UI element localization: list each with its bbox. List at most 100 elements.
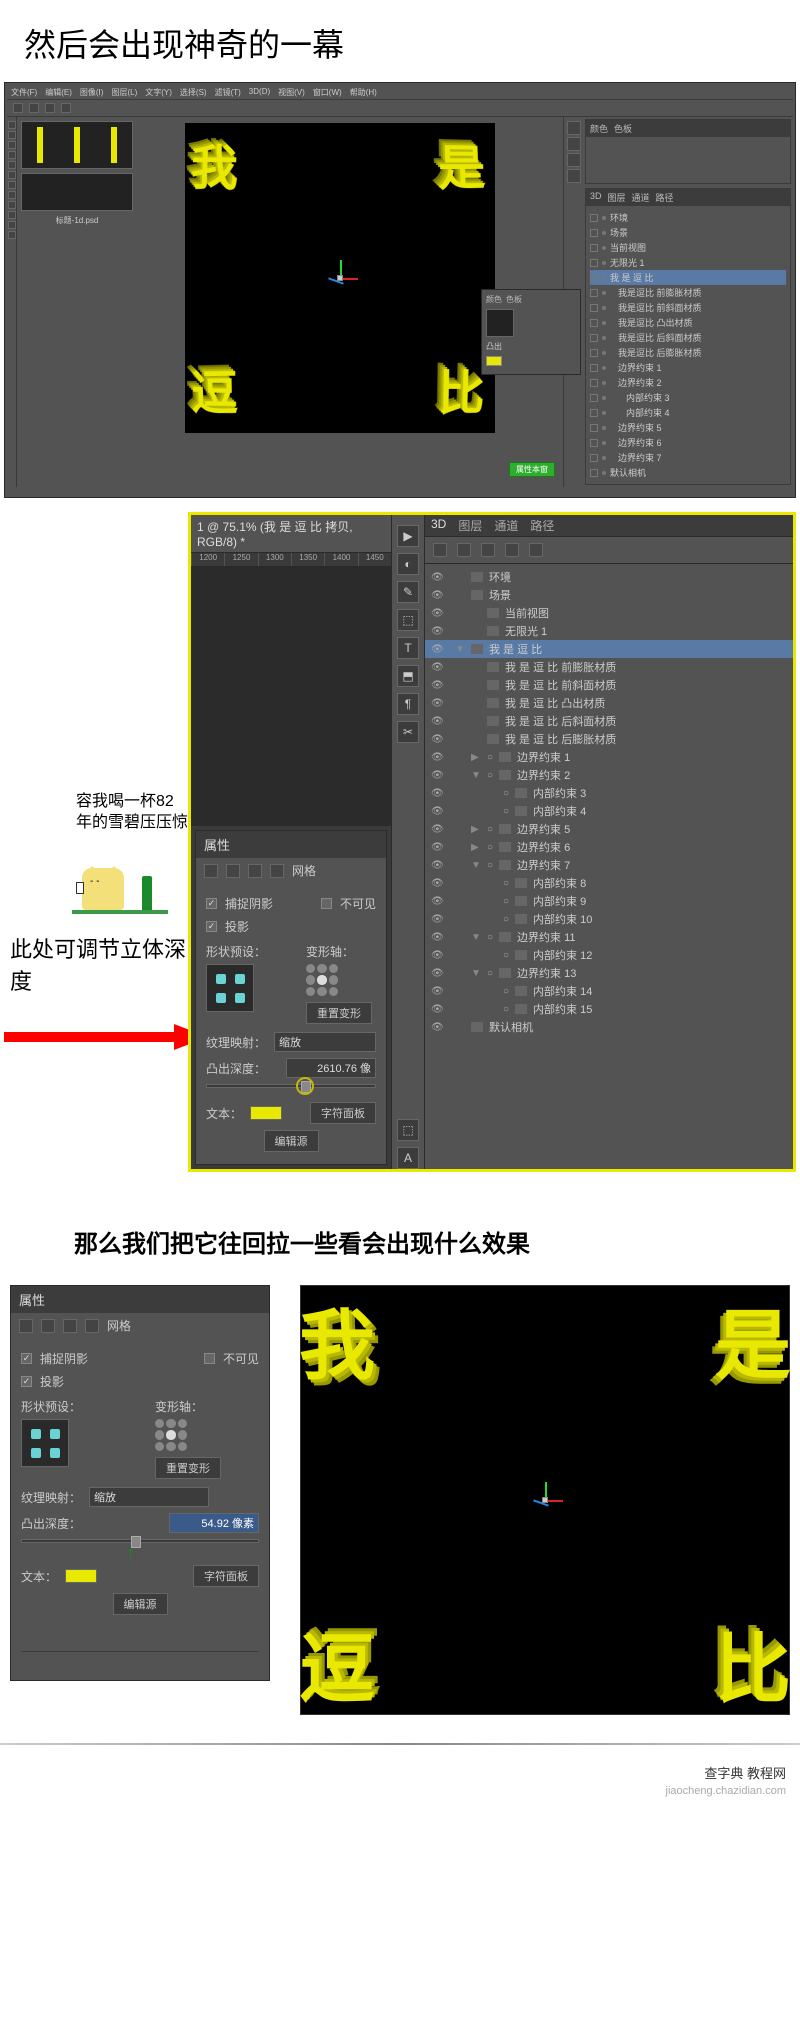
canvas-dark[interactable] [191,567,391,826]
tool-btn[interactable] [8,121,16,129]
shape-preset-dropdown[interactable] [206,964,254,1012]
props-icon[interactable] [248,864,262,878]
tab-3d[interactable]: 3D [431,517,446,534]
tool-3d[interactable]: ▶ [397,525,419,547]
shape-preset-dropdown[interactable] [21,1419,69,1467]
menu-view[interactable]: 视图(V) [274,85,309,99]
layer-row[interactable]: 👁环境 [425,568,793,586]
layer-row[interactable]: 👁▼○边界约束 11 [425,928,793,946]
eye-icon[interactable]: 👁 [431,914,443,924]
panel-tab[interactable]: 色板 [614,122,632,135]
menu-help[interactable]: 帮助(H) [346,85,381,99]
tool-btn[interactable] [8,191,16,199]
eye-icon[interactable]: 👁 [431,590,443,600]
layer-row[interactable]: 👁无限光 1 [425,622,793,640]
canvas-3d-view[interactable]: 我 是 逗 比 [185,123,495,433]
float-swatch[interactable] [486,356,502,366]
tool-btn[interactable] [8,171,16,179]
layer-row[interactable]: 👁我 是 逗 比 凸出材质 [425,694,793,712]
layer-row[interactable]: 👁▶○边界约束 6 [425,838,793,856]
extrude-depth-slider[interactable] [21,1539,259,1543]
tool-3d[interactable]: A [397,1147,419,1169]
tool-3d[interactable]: ⬒ [397,665,419,687]
opt-icon[interactable] [29,103,39,113]
chk-capture-shadow[interactable] [21,1353,32,1364]
tool-btn[interactable] [8,161,16,169]
chk-capture-shadow[interactable] [206,898,217,909]
eye-icon[interactable]: 👁 [431,1004,443,1014]
float-tab-color[interactable]: 颜色 [486,294,502,305]
layer-row[interactable]: 👁▼我 是 逗 比 [425,640,793,658]
extrude-depth-input[interactable]: 2610.76 像 [286,1058,376,1078]
menu-layer[interactable]: 图层(L) [107,85,141,99]
chk-invisible[interactable] [321,898,332,909]
tool-3d[interactable]: T [397,637,419,659]
eye-icon[interactable]: 👁 [431,680,443,690]
nav-thumb[interactable] [21,121,133,169]
edit-source-button[interactable]: 编辑源 [113,1593,168,1615]
eye-icon[interactable]: 👁 [431,626,443,636]
chk-cast-shadow[interactable] [206,921,217,932]
eye-icon[interactable]: 👁 [431,824,443,834]
tool-btn[interactable] [8,201,16,209]
text-color-swatch[interactable] [65,1569,97,1583]
layer-row[interactable]: 👁○内部约束 8 [425,874,793,892]
eye-icon[interactable]: 👁 [431,752,443,762]
layer-row[interactable]: 👁▶○边界约束 5 [425,820,793,838]
layer-row[interactable]: 👁○内部约束 3 [425,784,793,802]
eye-icon[interactable]: 👁 [431,968,443,978]
eye-icon[interactable]: 👁 [431,572,443,582]
tool-3d[interactable]: ✂ [397,721,419,743]
layer-row[interactable]: 👁当前视图 [425,604,793,622]
float-color-panel[interactable]: 颜色 色板 凸出 [481,289,581,375]
deform-axis-grid[interactable] [155,1419,187,1451]
panel-icon[interactable] [567,169,581,183]
layer-row[interactable]: 👁▼○边界约束 13 [425,964,793,982]
eye-icon[interactable]: 👁 [431,734,443,744]
tool-btn[interactable] [8,181,16,189]
chk-cast-shadow[interactable] [21,1376,32,1387]
menu-image[interactable]: 图像(I) [76,85,108,99]
eye-icon[interactable]: 👁 [431,950,443,960]
props-icon[interactable] [85,1319,99,1333]
eye-icon[interactable]: 👁 [431,770,443,780]
filter-icon[interactable] [481,543,495,557]
layer-row[interactable]: 👁○内部约束 14 [425,982,793,1000]
layer-row[interactable]: 👁▼○边界约束 2 [425,766,793,784]
eye-icon[interactable]: 👁 [431,644,443,654]
eye-icon[interactable]: 👁 [431,716,443,726]
layer-row[interactable]: 👁我 是 逗 比 前斜面材质 [425,676,793,694]
props-icon[interactable] [63,1319,77,1333]
tool-btn[interactable] [8,141,16,149]
tool-btn[interactable] [8,231,16,239]
tool-3d[interactable]: ◐ [397,553,419,575]
layer-row[interactable]: 👁默认相机 [425,1018,793,1036]
tool-3d[interactable]: ¶ [397,693,419,715]
reset-deform-button[interactable]: 重置变形 [155,1457,221,1479]
props-icon[interactable] [41,1319,55,1333]
panel-icon[interactable] [567,137,581,151]
render-button[interactable]: 属性本窗 [509,462,555,477]
eye-icon[interactable]: 👁 [431,878,443,888]
layer-row[interactable]: 👁○内部约束 15 [425,1000,793,1018]
tool-3d[interactable]: ✎ [397,581,419,603]
menu-file[interactable]: 文件(F) [7,85,41,99]
3d-axis-gizmo[interactable] [525,1480,565,1520]
extrude-depth-input[interactable]: 54.92 像素 [169,1513,259,1533]
tab-layers[interactable]: 图层 [458,517,482,534]
panel-footer-icon[interactable] [217,1656,233,1670]
eye-icon[interactable]: 👁 [431,788,443,798]
panel-tab-paths[interactable]: 路径 [656,191,674,204]
panel-tab-channels[interactable]: 通道 [632,191,650,204]
chk-invisible[interactable] [204,1353,215,1364]
menu-window[interactable]: 窗口(W) [309,85,346,99]
menu-edit[interactable]: 编辑(E) [41,85,76,99]
layer-row[interactable]: 👁○内部约束 12 [425,946,793,964]
document-tab[interactable]: 1 @ 75.1% (我 是 逗 比 拷贝, RGB/8) * [191,515,391,553]
panel-icon[interactable] [567,153,581,167]
extrude-depth-slider[interactable] [206,1084,376,1088]
tool-btn[interactable] [8,211,16,219]
layer-row[interactable]: 👁○内部约束 10 [425,910,793,928]
float-tab-swatch[interactable]: 色板 [506,294,522,305]
filter-icon[interactable] [433,543,447,557]
